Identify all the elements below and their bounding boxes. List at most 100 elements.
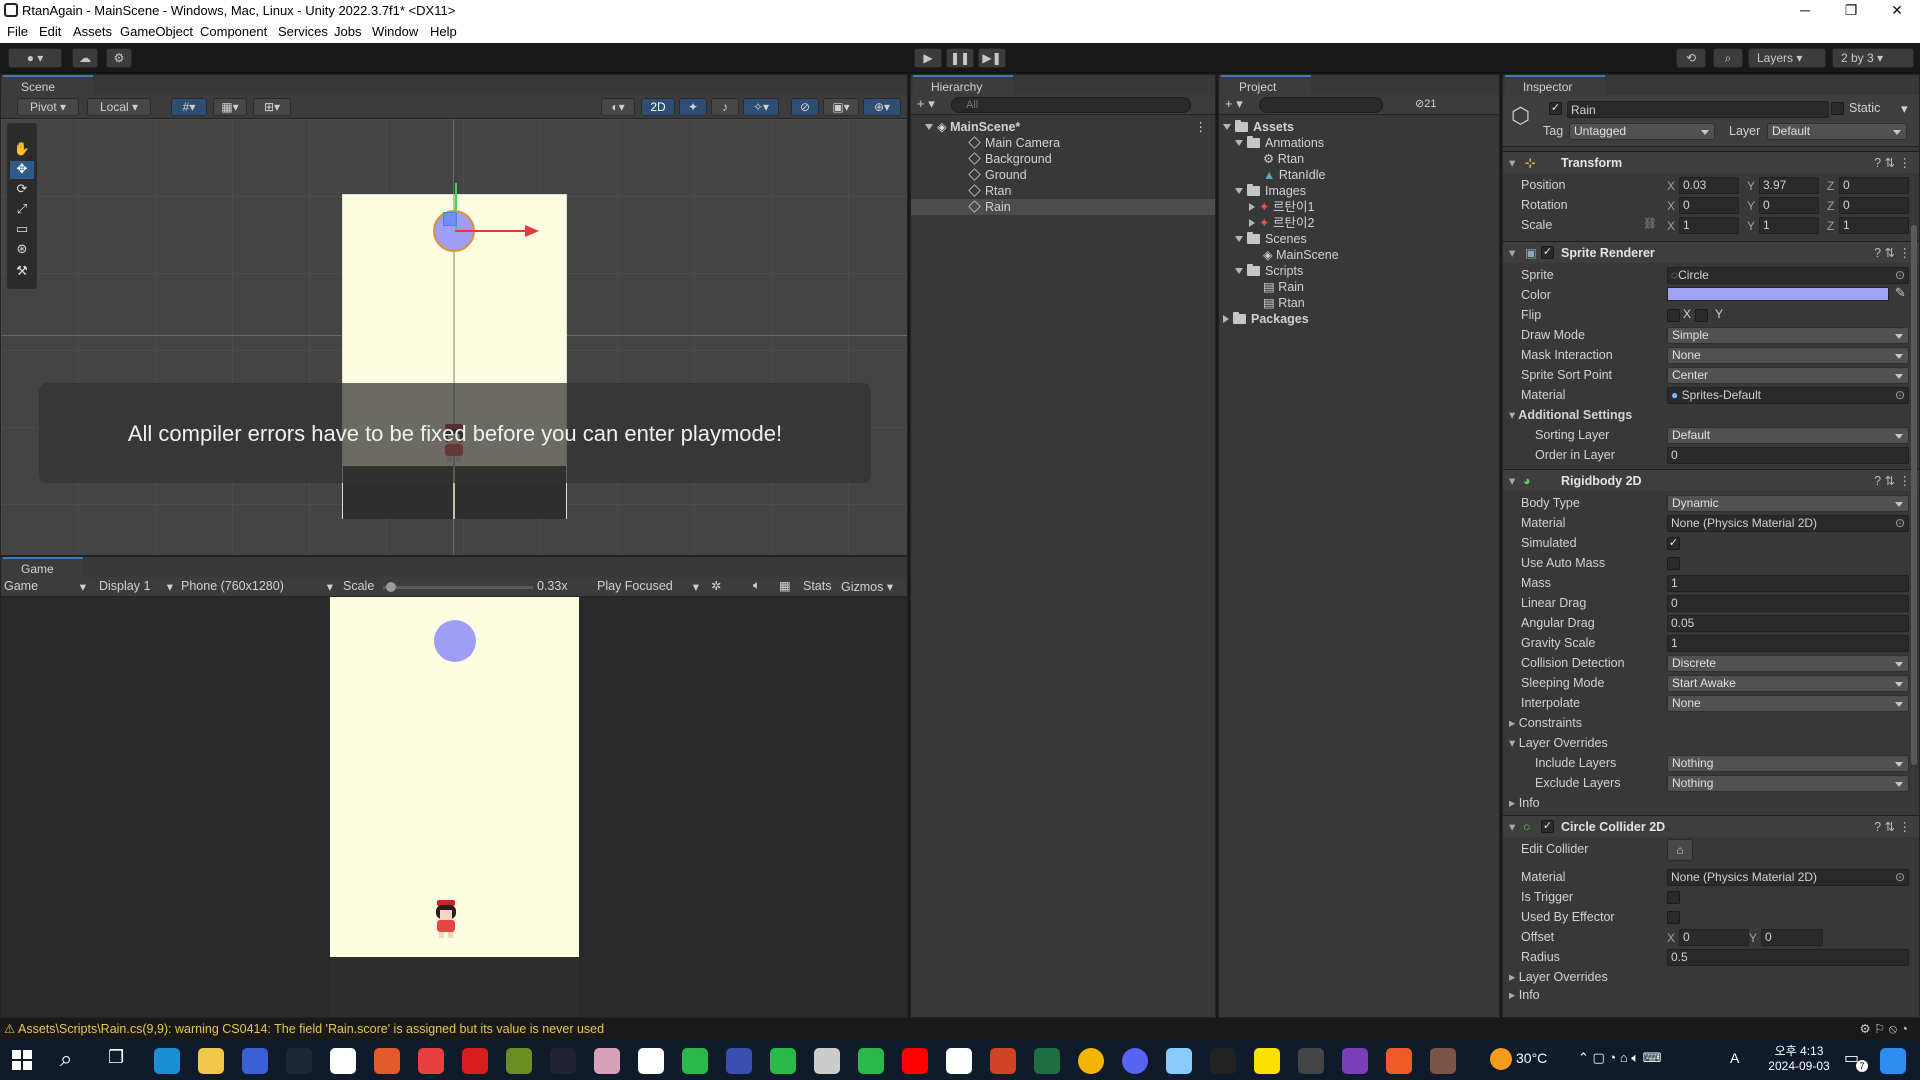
scale-slider[interactable] [383,582,533,592]
rigidbody2d-header[interactable]: ▾ ◕ Rigidbody 2D ? ⇅ ⋮ [1503,469,1919,491]
sprite-material-field[interactable]: ● Sprites-Default ⊙ [1667,387,1909,404]
order-in-layer-field[interactable]: 0 [1667,447,1909,464]
sort-point-dropdown[interactable]: Center [1667,367,1909,384]
scene-root-row[interactable]: ◈ MainScene* ⋮ [925,119,1215,135]
tree-scenes[interactable]: Scenes [1235,231,1307,247]
include-layers-dropdown[interactable]: Nothing [1667,755,1909,772]
start-button[interactable] [12,1050,32,1070]
hierarchy-item-background[interactable]: Background [968,151,1052,167]
eyedropper-icon[interactable]: ✎ [1895,285,1906,301]
object-picker-icon[interactable]: ⊙ [1895,388,1905,403]
sorting-layer-dropdown[interactable]: Default [1667,427,1909,444]
scene-menu-icon[interactable]: ⋮ [1195,119,1208,135]
keyboard-icon[interactable]: ▦ [779,578,791,593]
project-search-input[interactable] [1259,97,1383,113]
tree-image-2[interactable]: ✦ 르탄이2 [1249,215,1314,231]
play-focused-dropdown[interactable]: Play Focused ▾ [597,579,701,595]
linear-drag-field[interactable]: 0 [1667,595,1909,612]
constrain-proportions-icon[interactable]: ⛓ [1643,217,1657,230]
mask-interaction-dropdown[interactable]: None [1667,347,1909,364]
tree-anim-rtan[interactable]: ⚙ Rtan [1263,151,1304,167]
component-menu-icon[interactable]: ? ⇅ ⋮ [1874,816,1911,838]
rotation-x-field[interactable]: 0 [1679,197,1739,214]
transform-header[interactable]: ▾ ⊹ Transform ? ⇅ ⋮ [1503,151,1919,173]
edge-icon[interactable] [154,1048,180,1074]
component-menu-icon[interactable]: ? ⇅ ⋮ [1874,470,1911,492]
inspector-scrollbar[interactable] [1911,225,1917,765]
2d-toggle[interactable]: 2D [641,98,675,116]
rotation-z-field[interactable]: 0 [1839,197,1909,214]
character-app-icon[interactable] [814,1048,840,1074]
tree-packages[interactable]: Packages [1223,311,1309,327]
hidden-packages-icon[interactable]: ⊘21 [1415,97,1436,110]
constraints-foldout[interactable]: ▸ Constraints [1509,713,1582,733]
m-app-icon[interactable] [550,1048,576,1074]
gravity-scale-field[interactable]: 1 [1667,635,1909,652]
rotation-y-field[interactable]: 0 [1759,197,1819,214]
move-x-handle[interactable] [455,230,527,232]
tree-anim-rtanidle[interactable]: ▲ RtanIdle [1263,167,1325,183]
local-dropdown[interactable]: Local ▾ [87,98,151,116]
object-name-input[interactable] [1567,101,1829,118]
tag-dropdown[interactable]: Untagged [1569,123,1715,140]
game-mode-dropdown[interactable]: Game ▾ [4,579,88,595]
copilot-icon[interactable] [1880,1048,1906,1074]
collab-icon[interactable]: ⚙ [106,48,132,68]
excel-icon[interactable] [1034,1048,1060,1074]
g-app-icon[interactable] [462,1048,488,1074]
move-tool-icon[interactable]: ✥ [10,161,34,179]
game2-icon[interactable] [418,1048,444,1074]
radius-field[interactable]: 0.5 [1667,949,1909,966]
anime-app-icon[interactable] [594,1048,620,1074]
file-explorer-icon[interactable] [198,1048,224,1074]
menu-services[interactable]: Services [278,24,328,39]
status-bar[interactable]: ⚠ Assets\Scripts\Rain.cs(9,9): warning C… [0,1018,1920,1040]
hierarchy-selected-row[interactable] [911,199,1215,215]
resolution-dropdown[interactable]: Phone (760x1280) ▾ [181,579,335,595]
sprite-renderer-enabled-checkbox[interactable]: ✓ [1541,246,1554,259]
object-picker-icon[interactable]: ⊙ [1895,870,1905,885]
shading-mode-button[interactable]: ◐▾ [601,98,635,116]
hierarchy-item-ground[interactable]: Ground [968,167,1027,183]
history-icon[interactable]: ⟲ [1676,48,1706,68]
camera-button[interactable]: ▣▾ [823,98,859,116]
layers-dropdown[interactable]: Layers ▾ [1748,48,1826,68]
menu-edit[interactable]: Edit [39,24,61,39]
hierarchy-item-rain[interactable]: Rain [968,199,1011,215]
collider-enabled-checkbox[interactable]: ✓ [1541,820,1554,833]
hierarchy-search-input[interactable] [951,97,1191,113]
edit-collider-button[interactable]: ⌂ [1667,839,1693,861]
tree-assets[interactable]: Assets [1223,119,1294,135]
static-checkbox[interactable] [1831,102,1844,115]
hierarchy-item-rtan[interactable]: Rtan [968,183,1011,199]
rb-material-field[interactable]: None (Physics Material 2D) ⊙ [1667,515,1909,532]
visual-studio-icon[interactable] [1342,1048,1368,1074]
scale-slider-thumb[interactable] [385,582,396,592]
visibility-icon[interactable]: ⊘ [791,98,819,116]
line2-icon[interactable] [858,1048,884,1074]
ime-indicator[interactable]: A [1730,1050,1739,1066]
tree-image-1[interactable]: ✦ 르탄이1 [1249,199,1314,215]
rb-info-foldout[interactable]: ▸ Info [1509,793,1540,813]
object-picker-icon[interactable]: ⊙ [1895,516,1905,531]
s-app-icon[interactable] [1386,1048,1412,1074]
chrome-icon[interactable] [1078,1048,1104,1074]
hierarchy-item-main-camera[interactable]: Main Camera [968,135,1060,151]
menu-file[interactable]: File [7,24,28,39]
angular-drag-field[interactable]: 0.05 [1667,615,1909,632]
hand-tool-icon[interactable]: ✋ [10,141,34,159]
flip-y-checkbox[interactable] [1695,309,1708,322]
notes2-icon[interactable] [638,1048,664,1074]
used-by-effector-checkbox[interactable] [1667,911,1680,924]
minecraft-icon[interactable] [506,1048,532,1074]
app-icon[interactable] [242,1048,268,1074]
interpolate-dropdown[interactable]: None [1667,695,1909,712]
draw-mode-dropdown[interactable]: Simple [1667,327,1909,344]
tab-game[interactable]: Game [3,557,83,577]
unity-hub-icon[interactable] [1210,1048,1236,1074]
rb-layer-overrides-foldout[interactable]: ▾ Layer Overrides [1509,733,1608,753]
offset-y-field[interactable]: 0 [1761,929,1823,946]
tree-script-rain[interactable]: ▤ Rain [1263,279,1304,295]
rect-tool-icon[interactable]: ▭ [10,221,34,239]
collider-material-field[interactable]: None (Physics Material 2D) ⊙ [1667,869,1909,886]
